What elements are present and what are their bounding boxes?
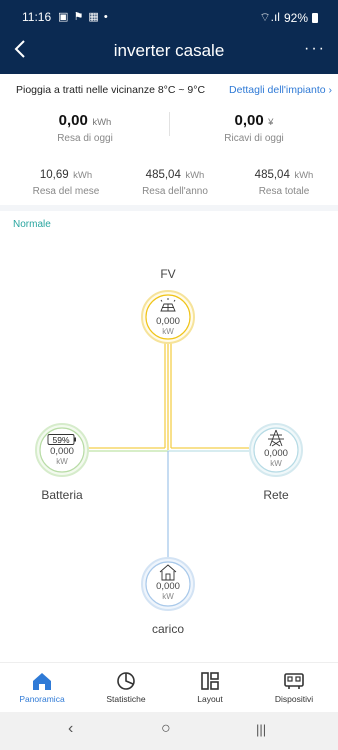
system-nav-bar: ‹ ○ ||| — [0, 712, 338, 750]
system-recents-icon[interactable]: ||| — [256, 722, 266, 737]
battery-soc: 59% — [52, 435, 70, 445]
tab-layout[interactable]: Layout — [168, 671, 252, 704]
bottom-tab-bar: Panoramica Statistiche Layout Dispositiv… — [0, 662, 338, 710]
system-back-icon[interactable]: ‹ — [68, 720, 73, 738]
device-icon — [284, 673, 304, 689]
load-label: carico — [151, 622, 184, 636]
pv-value: 0,000 kW — [156, 316, 180, 337]
layout-icon — [201, 672, 219, 690]
tab-dispositivi[interactable]: Dispositivi — [252, 671, 336, 704]
grid-value: 0,000 kW — [264, 448, 288, 469]
pv-flow-lines — [86, 342, 249, 450]
pie-chart-icon — [117, 672, 135, 690]
energy-flow-diagram — [35, 290, 303, 611]
load-value: 0,000 kW — [156, 581, 180, 602]
grid-label: Rete — [263, 488, 289, 502]
pv-label: FV — [160, 267, 176, 281]
system-home-icon[interactable]: ○ — [161, 720, 171, 738]
battery-value: 0,000 kW — [50, 446, 74, 467]
battery-label: Batteria — [41, 488, 83, 502]
home-icon — [33, 673, 51, 690]
tab-panoramica[interactable]: Panoramica — [0, 671, 84, 704]
tab-statistiche[interactable]: Statistiche — [84, 671, 168, 704]
